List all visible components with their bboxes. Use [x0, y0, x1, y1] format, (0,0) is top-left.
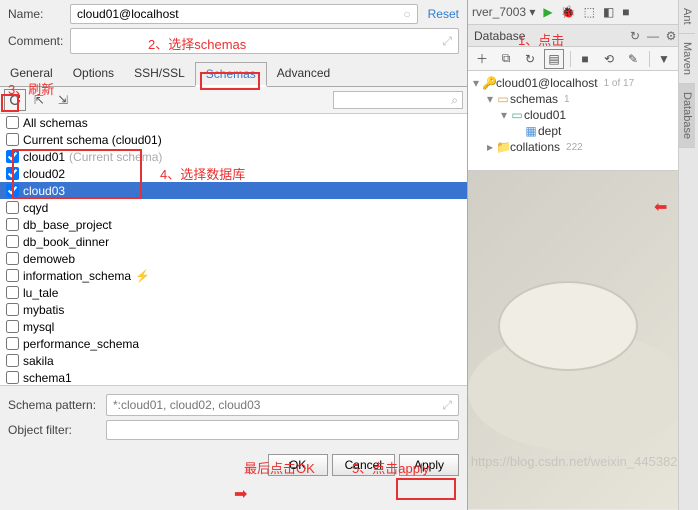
tab-bar: GeneralOptionsSSH/SSLSchemasAdvanced	[0, 62, 467, 87]
add-icon[interactable]: ＋	[472, 49, 492, 69]
schema-row[interactable]: mysql	[0, 318, 467, 335]
collapse-button[interactable]: ⇲	[52, 89, 74, 111]
schema-row[interactable]: demoweb	[0, 250, 467, 267]
database-tree[interactable]: ▾🔑cloud01@localhost1 of 17 ▾▭schemas1 ▾▭…	[468, 71, 698, 171]
schema-row[interactable]: cloud01 (Current schema)	[0, 148, 467, 165]
schema-row[interactable]: cloud02	[0, 165, 467, 182]
schema-row[interactable]: cqyd	[0, 199, 467, 216]
name-input[interactable]: cloud01@localhost○	[70, 4, 418, 24]
filter-input[interactable]	[106, 420, 459, 440]
apply-button[interactable]: Apply	[399, 454, 459, 476]
profile-icon[interactable]: ◧	[599, 5, 618, 19]
side-tab-maven[interactable]: Maven	[679, 34, 695, 84]
expand-button[interactable]: ⇱	[28, 89, 50, 111]
server-dropdown[interactable]: rver_7003 ▾	[468, 5, 539, 19]
run-icon[interactable]: ▶	[539, 5, 556, 19]
stop-icon2[interactable]: ■	[575, 49, 595, 69]
dialog-panel: Name: cloud01@localhost○ Reset Comment: …	[0, 0, 468, 510]
filter-icon[interactable]: ▼	[654, 49, 674, 69]
tab-options[interactable]: Options	[63, 62, 124, 86]
refresh-button[interactable]	[4, 89, 26, 111]
bolt-icon: ⚡	[135, 269, 150, 283]
search-icon: ⌕	[451, 93, 462, 108]
comment-label: Comment:	[8, 34, 70, 48]
edit-icon[interactable]: ✎	[623, 49, 643, 69]
schema-checkbox[interactable]	[6, 337, 19, 350]
ok-button[interactable]: OK	[268, 454, 328, 476]
schema-row[interactable]: performance_schema	[0, 335, 467, 352]
tab-schemas[interactable]: Schemas	[195, 62, 267, 87]
schema-row[interactable]: schema1	[0, 369, 467, 386]
reset-link[interactable]: Reset	[428, 7, 459, 21]
schema-checkbox[interactable]	[6, 269, 19, 282]
tab-general[interactable]: General	[0, 62, 63, 86]
side-tabs: Ant Maven Database	[678, 0, 698, 510]
schema-checkbox[interactable]	[6, 167, 19, 180]
comment-input[interactable]: ⤢	[70, 28, 459, 54]
schema-checkbox[interactable]	[6, 116, 19, 129]
schema-row[interactable]: lu_tale	[0, 284, 467, 301]
pattern-input[interactable]: *:cloud01, cloud02, cloud03⤢	[106, 394, 459, 416]
schema-row[interactable]: information_schema⚡	[0, 267, 467, 284]
schema-checkbox[interactable]	[6, 252, 19, 265]
database-panel-title: Database	[474, 29, 626, 43]
sync-icon[interactable]: ↻	[520, 49, 540, 69]
schema-checkbox[interactable]	[6, 354, 19, 367]
schema-toolbar: ⇱ ⇲ ⌕	[0, 87, 467, 114]
schema-row[interactable]: cloud03	[0, 182, 467, 199]
schema-row[interactable]: Current schema (cloud01)	[0, 131, 467, 148]
schema-checkbox[interactable]	[6, 218, 19, 231]
schema-list[interactable]: All schemasCurrent schema (cloud01)cloud…	[0, 114, 467, 386]
ide-right-panel: rver_7003 ▾ ▶ 🐞 ⬚ ◧ ■ Database ↻ — ⚙ − ＋…	[468, 0, 698, 510]
schema-checkbox[interactable]	[6, 320, 19, 333]
background-image: https://blog.csdn.net/weixin_44538225	[468, 171, 698, 509]
schema-checkbox[interactable]	[6, 184, 19, 197]
cancel-button[interactable]: Cancel	[332, 454, 395, 476]
schema-row[interactable]: db_book_dinner	[0, 233, 467, 250]
watermark: https://blog.csdn.net/weixin_44538225	[471, 454, 692, 469]
side-tab-database[interactable]: Database	[679, 84, 695, 148]
tab-ssh/ssl[interactable]: SSH/SSL	[124, 62, 195, 86]
schema-checkbox[interactable]	[6, 201, 19, 214]
schema-checkbox[interactable]	[6, 133, 19, 146]
copy-icon[interactable]: ⧉	[496, 49, 516, 69]
schema-row[interactable]: db_base_project	[0, 216, 467, 233]
pattern-label: Schema pattern:	[8, 398, 106, 412]
debug-icon[interactable]: 🐞	[557, 5, 580, 19]
schema-search-input[interactable]: ⌕	[333, 91, 463, 109]
refresh-icon[interactable]: ↻	[626, 29, 644, 43]
rollback-icon[interactable]: ⟲	[599, 49, 619, 69]
name-label: Name:	[8, 7, 70, 21]
filter-label: Object filter:	[8, 423, 106, 437]
schema-checkbox[interactable]	[6, 371, 19, 384]
coverage-icon[interactable]: ⬚	[580, 5, 599, 19]
schema-checkbox[interactable]	[6, 286, 19, 299]
schema-checkbox[interactable]	[6, 150, 19, 163]
tab-advanced[interactable]: Advanced	[267, 62, 340, 86]
console-icon[interactable]: ▤	[544, 49, 564, 69]
stop-icon[interactable]: ■	[618, 5, 633, 19]
minimize-icon[interactable]: —	[644, 29, 662, 43]
schema-checkbox[interactable]	[6, 303, 19, 316]
schema-row[interactable]: sakila	[0, 352, 467, 369]
schema-row[interactable]: mybatis	[0, 301, 467, 318]
schema-row[interactable]: All schemas	[0, 114, 467, 131]
side-tab-ant[interactable]: Ant	[679, 0, 695, 34]
schema-checkbox[interactable]	[6, 235, 19, 248]
